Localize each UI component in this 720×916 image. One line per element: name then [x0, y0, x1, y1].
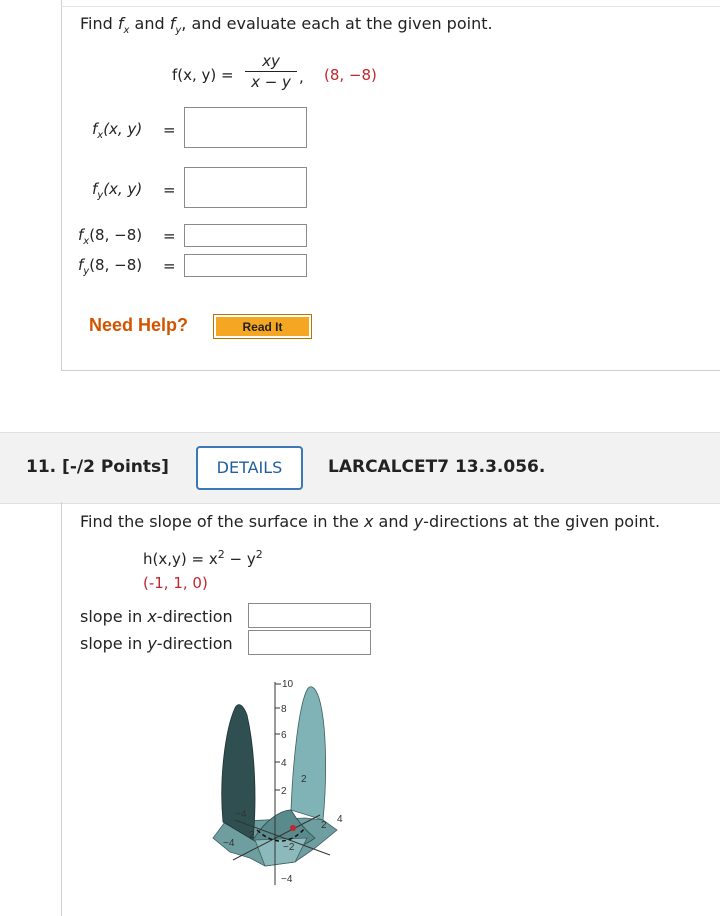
fraction: xy x − y	[245, 52, 297, 92]
question-left-divider	[61, 502, 62, 916]
point-marker	[290, 825, 296, 831]
equals-sign: =	[163, 181, 176, 199]
z-tick-label: 10	[282, 679, 294, 690]
axis-label: −4	[235, 809, 247, 820]
surface-graph: 10 8 6 4 2 −4 −4 2 −4 2 4 2 −2	[212, 679, 343, 885]
need-help-label: Need Help?	[89, 315, 189, 335]
panel-top-divider	[61, 6, 720, 7]
z-neg-label: −4	[281, 874, 293, 885]
details-button[interactable]: DETAILS	[196, 446, 303, 490]
axis-label: 2	[301, 774, 307, 785]
given-point: (8, −8)	[324, 66, 377, 84]
fx-at-point-label: fx(8, −8)	[78, 226, 143, 247]
read-it-button[interactable]: Read It	[213, 314, 312, 339]
slope-y-label: slope in y-direction	[80, 634, 233, 653]
z-tick-label: 2	[281, 786, 287, 797]
slope-x-input[interactable]	[248, 603, 371, 628]
fy-at-point-input[interactable]	[184, 254, 307, 277]
question-instruction: Find the slope of the surface in the x a…	[80, 512, 661, 531]
fraction-comma: ,	[299, 68, 304, 86]
given-point: (-1, 1, 0)	[143, 574, 208, 592]
z-tick-label: 8	[281, 704, 287, 715]
equals-sign: =	[163, 121, 176, 139]
axis-label: 4	[337, 814, 343, 825]
fy-answer-input[interactable]	[184, 167, 307, 208]
slope-x-label: slope in x-direction	[80, 607, 233, 626]
axis-label: −4	[223, 838, 235, 849]
equals-sign: =	[163, 257, 176, 275]
axis-label: −2	[283, 842, 295, 853]
fx-answer-input[interactable]	[184, 107, 307, 148]
function-definition: h(x,y) = x2 − y2	[143, 548, 263, 568]
problem-code: LARCALCET7 13.3.056.	[328, 457, 546, 477]
equals-sign: =	[163, 227, 176, 245]
slope-y-input[interactable]	[248, 630, 371, 655]
fy-label: fy(x, y)	[92, 180, 143, 201]
question-number-points: 11. [-/2 Points]	[26, 457, 169, 477]
z-tick-label: 4	[281, 758, 287, 769]
axis-label: 2	[321, 820, 327, 831]
instruction-text: Find fx and fy, and evaluate each at the…	[80, 14, 493, 37]
surface-right-lobe	[290, 686, 327, 821]
fy-at-point-label: fy(8, −8)	[78, 256, 143, 277]
fx-at-point-input[interactable]	[184, 224, 307, 247]
fraction-denominator: x − y	[251, 73, 291, 91]
fx-label: fx(x, y)	[92, 120, 143, 141]
z-tick-label: 6	[281, 730, 287, 741]
function-lhs: f(x, y) =	[172, 66, 234, 84]
axis-label: 2	[249, 830, 255, 841]
fraction-numerator: xy	[245, 52, 297, 72]
